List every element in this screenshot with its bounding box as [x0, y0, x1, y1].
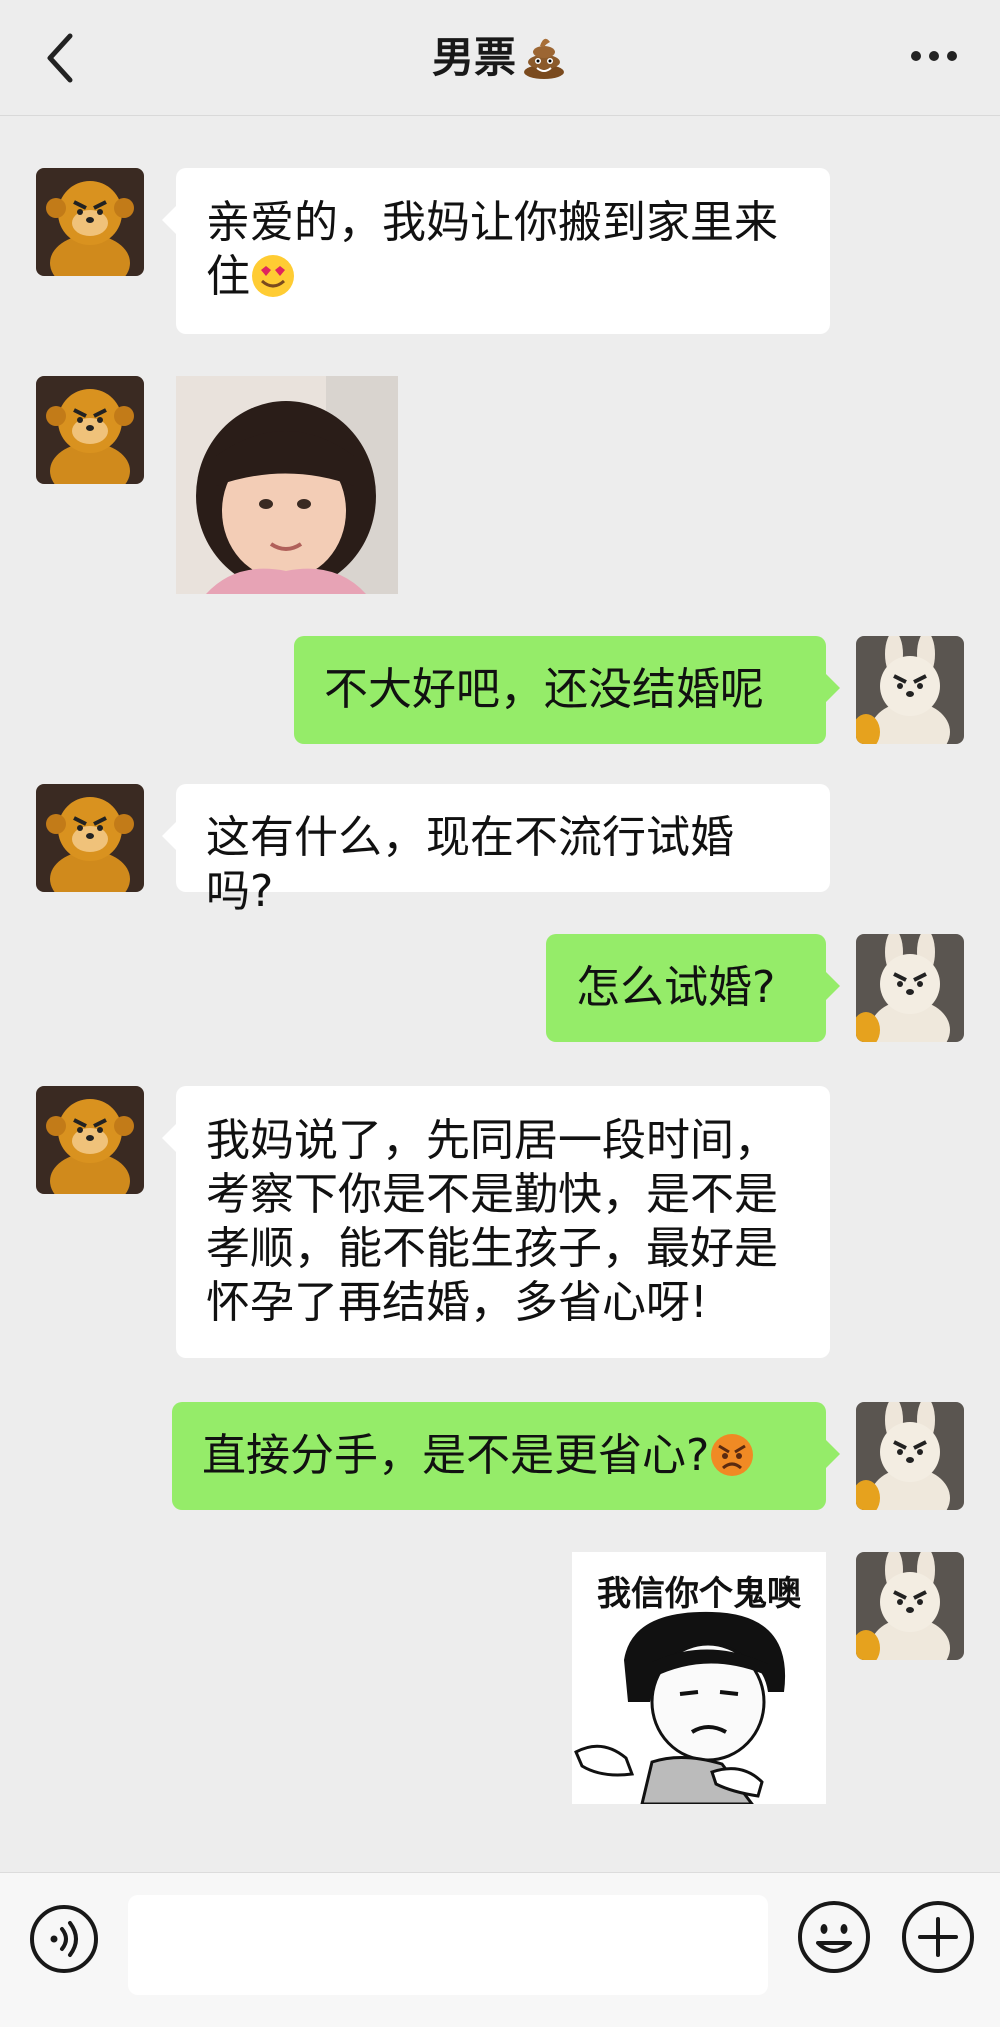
bunny-avatar-icon	[856, 1402, 964, 1510]
bunny-avatar-icon	[856, 636, 964, 744]
my-avatar[interactable]	[856, 1552, 964, 1660]
message-input[interactable]	[128, 1895, 768, 1995]
message-text: 直接分手，是不是更省心?	[202, 1430, 710, 1481]
message-text-line: 我妈说了，先同居一段时间，	[206, 1115, 778, 1166]
bunny-avatar-icon	[856, 934, 964, 1042]
monkey-avatar-icon	[36, 1086, 144, 1194]
message-bubble-left[interactable]: 我妈说了，先同居一段时间， 考察下你是不是勤快，是不是 孝顺，能不能生孩子，最好…	[162, 1086, 830, 1358]
contact-avatar[interactable]	[36, 376, 144, 484]
contact-avatar[interactable]	[36, 168, 144, 276]
pile-of-poo-icon	[524, 38, 564, 79]
emoji-icon[interactable]	[796, 1899, 872, 1975]
angry-face-icon	[711, 1434, 754, 1476]
sticker-message[interactable]: 我信你个鬼噢	[572, 1552, 826, 1804]
contact-name: 男票	[431, 33, 516, 82]
message-bubble-right[interactable]: 直接分手，是不是更省心?	[172, 1402, 840, 1510]
chat-header: 男票	[0, 0, 1000, 116]
voice-input-icon[interactable]	[28, 1903, 100, 1975]
my-avatar[interactable]	[856, 1402, 964, 1510]
more-options-icon[interactable]	[908, 46, 960, 66]
meme-face-icon	[574, 1611, 786, 1804]
message-bubble-right[interactable]: 怎么试婚?	[546, 934, 840, 1042]
message-text: 亲爱的，我妈让你搬到家里来	[206, 197, 778, 248]
input-bar	[0, 1872, 1000, 2027]
contact-avatar[interactable]	[36, 1086, 144, 1194]
message-text-line: 考察下你是不是勤快，是不是	[206, 1169, 778, 1220]
message-text-line: 怀孕了再结婚，多省心呀!	[206, 1277, 708, 1328]
message-text-line: 孝顺，能不能生孩子，最好是	[206, 1223, 778, 1274]
message-text: 不大好吧，还没结婚呢	[324, 664, 764, 715]
bunny-avatar-icon	[856, 1552, 964, 1660]
image-message[interactable]	[176, 376, 398, 594]
my-avatar[interactable]	[856, 934, 964, 1042]
monkey-avatar-icon	[36, 376, 144, 484]
message-text: 怎么试婚?	[576, 962, 776, 1013]
monkey-avatar-icon	[36, 784, 144, 892]
message-text: 这有什么，现在不流行试婚吗?	[206, 812, 734, 917]
monkey-avatar-icon	[36, 168, 144, 276]
message-bubble-left[interactable]: 亲爱的，我妈让你搬到家里来 住	[162, 168, 830, 334]
message-bubble-left[interactable]: 这有什么，现在不流行试婚吗?	[162, 784, 830, 917]
smiling-heart-eyes-icon	[252, 255, 294, 297]
my-avatar[interactable]	[856, 636, 964, 744]
plus-icon[interactable]	[900, 1899, 976, 1975]
chat-title: 男票	[0, 30, 1000, 86]
girl-photo-icon	[176, 376, 398, 594]
contact-avatar[interactable]	[36, 784, 144, 892]
message-text: 住	[206, 251, 250, 302]
message-bubble-right[interactable]: 不大好吧，还没结婚呢	[294, 636, 840, 744]
